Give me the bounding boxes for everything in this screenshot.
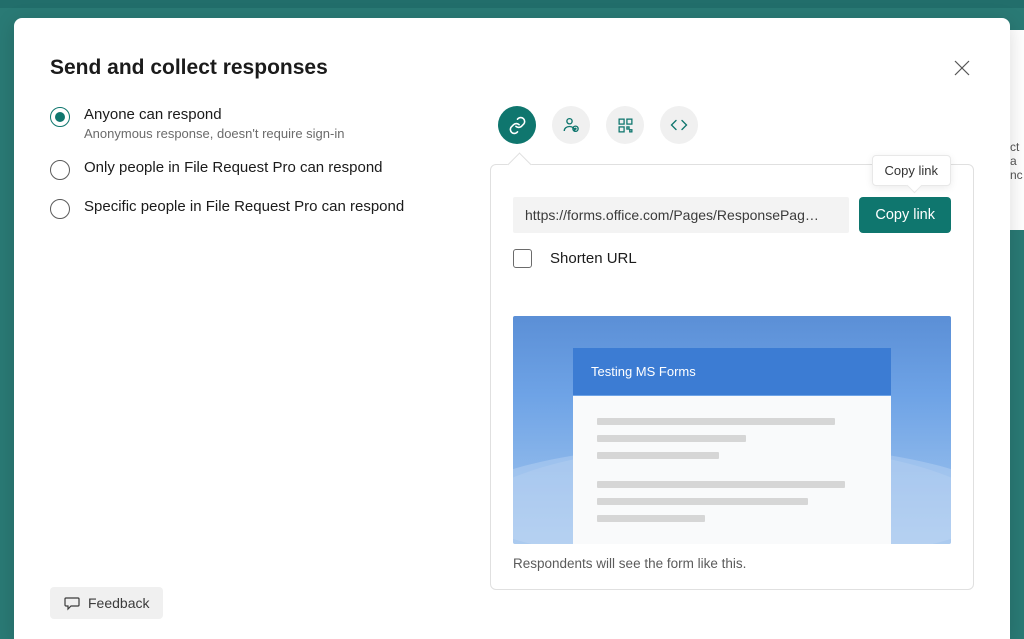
radio-anyone[interactable]: Anyone can respond Anonymous response, d…: [50, 106, 450, 141]
audience-radio-group: Anyone can respond Anonymous response, d…: [50, 106, 450, 219]
copy-link-button[interactable]: Copy link: [859, 197, 951, 233]
tab-qr[interactable]: [606, 106, 644, 144]
person-add-icon: [562, 116, 580, 134]
shorten-url-checkbox[interactable]: [513, 249, 532, 268]
radio-label: Anyone can respond: [84, 106, 344, 123]
preview-form-title: Testing MS Forms: [573, 348, 891, 395]
radio-org-only[interactable]: Only people in File Request Pro can resp…: [50, 159, 450, 180]
feedback-button[interactable]: Feedback: [50, 587, 163, 619]
feedback-icon: [64, 595, 80, 611]
link-icon: [508, 116, 527, 135]
modal-header: Send and collect responses: [50, 56, 974, 80]
shorten-url-label: Shorten URL: [550, 250, 637, 267]
close-button[interactable]: [950, 56, 974, 80]
share-tabs: [490, 106, 974, 144]
preview-caption: Respondents will see the form like this.: [513, 556, 951, 571]
radio-label: Specific people in File Request Pro can …: [84, 198, 404, 215]
qr-icon: [617, 117, 634, 134]
copy-tooltip: Copy link: [872, 155, 951, 186]
share-panel: Copy link Copy link Shorten URL Testing …: [490, 106, 974, 619]
feedback-label: Feedback: [88, 595, 149, 611]
share-url-input[interactable]: [513, 197, 849, 233]
background-fragment: ctanc: [1010, 30, 1024, 230]
radio-indicator: [50, 160, 70, 180]
radio-label: Only people in File Request Pro can resp…: [84, 159, 383, 176]
radio-indicator: [50, 199, 70, 219]
radio-specific-people[interactable]: Specific people in File Request Pro can …: [50, 198, 450, 219]
radio-indicator: [50, 107, 70, 127]
radio-desc: Anonymous response, doesn't require sign…: [84, 126, 344, 141]
code-icon: [670, 116, 688, 134]
form-preview: Testing MS Forms Respondents will see th…: [513, 316, 951, 571]
preview-image: Testing MS Forms: [513, 316, 951, 544]
tab-link[interactable]: [498, 106, 536, 144]
tab-invite[interactable]: [552, 106, 590, 144]
close-icon: [954, 60, 970, 76]
modal-title: Send and collect responses: [50, 56, 328, 80]
link-content: Copy link Copy link Shorten URL Testing …: [490, 164, 974, 590]
audience-panel: Anyone can respond Anonymous response, d…: [50, 106, 450, 619]
send-collect-modal: Send and collect responses Anyone can re…: [14, 18, 1010, 639]
tab-embed[interactable]: [660, 106, 698, 144]
